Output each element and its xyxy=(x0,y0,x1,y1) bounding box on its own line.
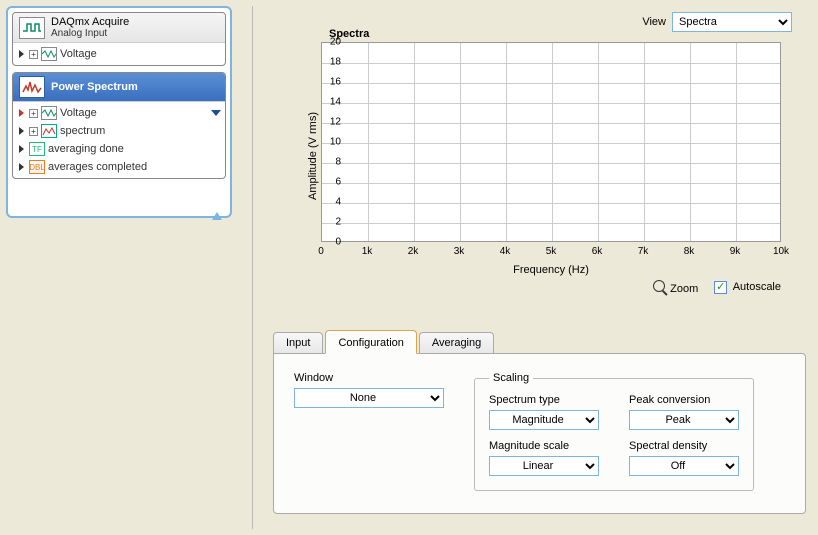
tree-row-averages-completed[interactable]: DBL averages completed xyxy=(13,158,225,176)
autoscale-checkbox[interactable]: ✓ Autoscale xyxy=(714,281,781,294)
ytick: 20 xyxy=(330,37,341,48)
plus-icon[interactable]: + xyxy=(29,50,38,59)
ytick: 10 xyxy=(330,137,341,148)
tree-row-averaging-done[interactable]: TF averaging done xyxy=(13,140,225,158)
chart-ylabel: Amplitude (V rms) xyxy=(307,112,319,200)
ytick: 14 xyxy=(330,97,341,108)
module-palette: DAQmx Acquire Analog Input + Voltage xyxy=(6,6,232,218)
ytick: 16 xyxy=(330,77,341,88)
spectrum-type-select[interactable]: Magnitude xyxy=(489,410,599,430)
tree-row-label: Voltage xyxy=(60,107,97,119)
config-panel: View Spectra Spectra Amplitude (V rms) F… xyxy=(252,6,812,529)
magnitude-scale-field: Magnitude scale Linear xyxy=(489,440,599,476)
xtick: 10k xyxy=(773,246,789,257)
plot-area[interactable] xyxy=(321,42,781,242)
tf-icon: TF xyxy=(29,142,45,156)
zoom-icon xyxy=(653,280,665,292)
tab-configuration[interactable]: Configuration xyxy=(325,330,416,354)
tree-row-spectrum[interactable]: + spectrum xyxy=(13,122,225,140)
tab-label: Averaging xyxy=(432,337,481,349)
plus-icon[interactable]: + xyxy=(29,109,38,118)
chart: Spectra Amplitude (V rms) Frequency (Hz)… xyxy=(273,28,806,284)
expand-icon[interactable] xyxy=(19,109,24,117)
module-body: + Voltage xyxy=(13,43,225,65)
tab-averaging[interactable]: Averaging xyxy=(419,332,494,353)
window-field: Window None xyxy=(294,372,444,491)
ytick: 6 xyxy=(335,177,341,188)
xtick: 9k xyxy=(730,246,741,257)
tab-body-configuration: Window None Scaling Spectrum type Magnit… xyxy=(273,353,806,514)
field-label: Magnitude scale xyxy=(489,440,599,452)
plus-icon[interactable]: + xyxy=(29,127,38,136)
expand-icon[interactable] xyxy=(19,163,24,171)
xtick: 1k xyxy=(362,246,373,257)
field-label: Spectral density xyxy=(629,440,739,452)
expand-icon[interactable] xyxy=(19,127,24,135)
xtick: 2k xyxy=(408,246,419,257)
scaling-legend: Scaling xyxy=(489,372,533,384)
tree-row-voltage-in[interactable]: + Voltage xyxy=(13,104,225,122)
ytick: 0 xyxy=(335,237,341,248)
xtick: 3k xyxy=(454,246,465,257)
chevron-down-icon[interactable] xyxy=(211,110,221,116)
module-daqmx-acquire[interactable]: DAQmx Acquire Analog Input + Voltage xyxy=(12,12,226,66)
spectrum-icon xyxy=(19,76,45,98)
ytick: 18 xyxy=(330,57,341,68)
xtick: 6k xyxy=(592,246,603,257)
tab-input[interactable]: Input xyxy=(273,332,323,353)
spectral-density-select[interactable]: Off xyxy=(629,456,739,476)
spectral-density-field: Spectral density Off xyxy=(629,440,739,476)
expand-icon[interactable] xyxy=(19,50,24,58)
field-label: Spectrum type xyxy=(489,394,599,406)
checkbox-icon: ✓ xyxy=(714,281,727,294)
module-power-spectrum[interactable]: Power Spectrum + Voltage + xyxy=(12,72,226,179)
expand-icon[interactable] xyxy=(19,145,24,153)
view-label: View xyxy=(642,16,666,28)
window-label: Window xyxy=(294,372,444,384)
ytick: 4 xyxy=(335,197,341,208)
spectrum-type-field: Spectrum type Magnitude xyxy=(489,394,599,430)
ytick: 2 xyxy=(335,217,341,228)
config-tabs: Input Configuration Averaging Window Non… xyxy=(273,330,806,514)
peak-conversion-select[interactable]: Peak xyxy=(629,410,739,430)
acquire-icon xyxy=(19,17,45,39)
ytick: 8 xyxy=(335,157,341,168)
tab-label: Configuration xyxy=(338,337,403,349)
zoom-button[interactable]: Zoom xyxy=(653,280,698,295)
module-header[interactable]: Power Spectrum xyxy=(13,73,225,102)
tree-row-label: spectrum xyxy=(60,125,105,137)
tab-label: Input xyxy=(286,337,310,349)
module-title: DAQmx Acquire xyxy=(51,16,129,28)
scaling-group: Scaling Spectrum type Magnitude Peak con… xyxy=(474,372,754,491)
autoscale-label: Autoscale xyxy=(733,281,781,293)
tree-row-voltage[interactable]: + Voltage xyxy=(13,45,225,63)
tree-row-label: Voltage xyxy=(60,48,97,60)
module-header[interactable]: DAQmx Acquire Analog Input xyxy=(13,13,225,43)
peak-conversion-field: Peak conversion Peak xyxy=(629,394,739,430)
chart-footer: Zoom ✓ Autoscale xyxy=(321,280,781,295)
xtick: 7k xyxy=(638,246,649,257)
chart-xlabel: Frequency (Hz) xyxy=(321,264,781,276)
zoom-label: Zoom xyxy=(670,283,698,295)
tree-row-label: averages completed xyxy=(48,161,147,173)
field-label: Peak conversion xyxy=(629,394,739,406)
dbl-icon: DBL xyxy=(29,160,45,174)
signal-icon xyxy=(41,106,57,120)
signal-icon xyxy=(41,47,57,61)
tab-row: Input Configuration Averaging xyxy=(273,330,806,353)
tree-row-label: averaging done xyxy=(48,143,124,155)
xtick: 8k xyxy=(684,246,695,257)
module-title: Power Spectrum xyxy=(51,81,138,93)
xtick: 5k xyxy=(546,246,557,257)
module-subtitle: Analog Input xyxy=(51,28,129,39)
magnitude-scale-select[interactable]: Linear xyxy=(489,456,599,476)
xtick: 0 xyxy=(318,246,324,257)
graph-icon xyxy=(41,124,57,138)
module-title-block: DAQmx Acquire Analog Input xyxy=(51,16,129,39)
xtick: 4k xyxy=(500,246,511,257)
module-body: + Voltage + spectrum xyxy=(13,102,225,178)
ytick: 12 xyxy=(330,117,341,128)
window-select[interactable]: None xyxy=(294,388,444,408)
